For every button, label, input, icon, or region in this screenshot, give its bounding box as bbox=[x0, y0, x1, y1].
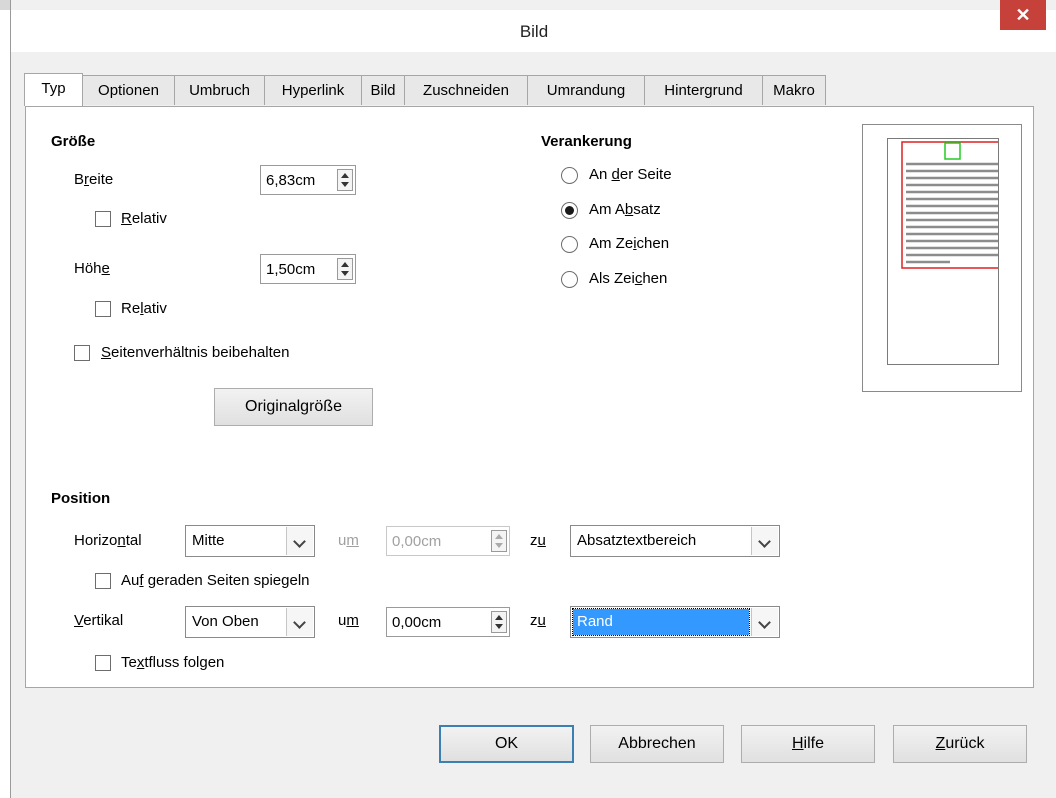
preview-graphic bbox=[901, 141, 998, 269]
width-label: Breite bbox=[74, 171, 114, 188]
height-relative-label: Relativ bbox=[121, 300, 167, 317]
tab-panel: Größe Breite 6,83cm Relativ Höhe 1,50cm … bbox=[25, 106, 1034, 688]
mirror-label: Auf geraden Seiten spiegeln bbox=[121, 572, 310, 589]
horizontal-value: Mitte bbox=[192, 532, 225, 549]
vertical-by-spinbox[interactable]: 0,00cm bbox=[386, 607, 510, 637]
size-heading: Größe bbox=[51, 133, 96, 150]
anchor-heading: Verankerung bbox=[541, 133, 632, 150]
chevron-down-icon[interactable] bbox=[286, 608, 313, 636]
preview-page bbox=[887, 138, 999, 365]
anchor-char-radio[interactable] bbox=[561, 236, 578, 253]
anchor-paragraph-radio[interactable] bbox=[561, 202, 578, 219]
tab-makro[interactable]: Makro bbox=[762, 75, 826, 105]
vertical-value: Von Oben bbox=[192, 613, 259, 630]
width-spinbox[interactable]: 6,83cm bbox=[260, 165, 356, 195]
horizontal-by-value: 0,00cm bbox=[392, 533, 442, 550]
anchor-page-radio[interactable] bbox=[561, 167, 578, 184]
ok-button[interactable]: OK bbox=[439, 725, 574, 763]
height-value: 1,50cm bbox=[266, 261, 316, 278]
anchor-char-label: Am Zeichen bbox=[589, 235, 670, 252]
position-heading: Position bbox=[51, 490, 111, 507]
anchor-page-label: An der Seite bbox=[589, 166, 672, 183]
tab-umrandung[interactable]: Umrandung bbox=[527, 75, 645, 105]
vertical-to-label: zu bbox=[530, 612, 546, 629]
mirror-checkbox[interactable] bbox=[95, 573, 111, 589]
help-button[interactable]: Hilfe bbox=[741, 725, 875, 763]
vertical-label: Vertikal bbox=[74, 612, 124, 629]
title-bar: Bild bbox=[11, 10, 1056, 52]
vertical-to-value: Rand bbox=[577, 613, 613, 630]
anchor-as-char-label: Als Zeichen bbox=[589, 270, 668, 287]
width-relative-label: Relativ bbox=[121, 210, 167, 227]
follow-text-label: Textfluss folgen bbox=[121, 654, 225, 671]
horizontal-to-value: Absatztextbereich bbox=[577, 532, 697, 549]
keep-ratio-label: Seitenverhältnis beibehalten bbox=[101, 344, 290, 361]
dialog-title: Bild bbox=[519, 22, 549, 41]
horizontal-by-label: um bbox=[338, 532, 359, 549]
chevron-down-icon[interactable] bbox=[751, 527, 778, 555]
vertical-by-value: 0,00cm bbox=[392, 614, 442, 631]
tab-zuschneiden[interactable]: Zuschneiden bbox=[404, 75, 528, 105]
width-value: 6,83cm bbox=[266, 172, 316, 189]
horizontal-to-combo[interactable]: Absatztextbereich bbox=[570, 525, 780, 557]
anchor-paragraph-label: Am Absatz bbox=[589, 201, 661, 218]
keep-ratio-checkbox[interactable] bbox=[74, 345, 90, 361]
back-button[interactable]: Zurück bbox=[893, 725, 1027, 763]
height-label: Höhe bbox=[74, 260, 110, 277]
tab-bild[interactable]: Bild bbox=[361, 75, 405, 105]
width-spin-buttons[interactable] bbox=[337, 169, 353, 191]
horizontal-by-spin-buttons[interactable] bbox=[491, 530, 507, 552]
vertical-by-label: um bbox=[338, 612, 359, 629]
anchor-as-char-radio[interactable] bbox=[561, 271, 578, 288]
tab-hyperlink[interactable]: Hyperlink bbox=[264, 75, 362, 105]
close-button[interactable]: ✕ bbox=[1000, 0, 1046, 30]
chevron-down-icon[interactable] bbox=[751, 608, 778, 636]
preview-frame bbox=[862, 124, 1022, 392]
vertical-combo[interactable]: Von Oben bbox=[185, 606, 315, 638]
width-relative-checkbox[interactable] bbox=[95, 211, 111, 227]
tab-typ[interactable]: Typ bbox=[24, 73, 83, 106]
horizontal-label: Horizontal bbox=[74, 532, 142, 549]
tab-umbruch[interactable]: Umbruch bbox=[174, 75, 265, 105]
tab-hintergrund[interactable]: Hintergrund bbox=[644, 75, 763, 105]
vertical-by-spin-buttons[interactable] bbox=[491, 611, 507, 633]
vertical-to-combo[interactable]: Rand bbox=[570, 606, 780, 638]
horizontal-combo[interactable]: Mitte bbox=[185, 525, 315, 557]
cancel-button[interactable]: Abbrechen bbox=[590, 725, 724, 763]
tab-optionen[interactable]: Optionen bbox=[82, 75, 175, 105]
close-icon: ✕ bbox=[1015, 5, 1031, 25]
height-spinbox[interactable]: 1,50cm bbox=[260, 254, 356, 284]
chevron-down-icon[interactable] bbox=[286, 527, 313, 555]
horizontal-by-spinbox[interactable]: 0,00cm bbox=[386, 526, 510, 556]
follow-text-checkbox[interactable] bbox=[95, 655, 111, 671]
original-size-button[interactable]: Originalgröße bbox=[214, 388, 373, 426]
height-spin-buttons[interactable] bbox=[337, 258, 353, 280]
horizontal-to-label: zu bbox=[530, 532, 546, 549]
height-relative-checkbox[interactable] bbox=[95, 301, 111, 317]
